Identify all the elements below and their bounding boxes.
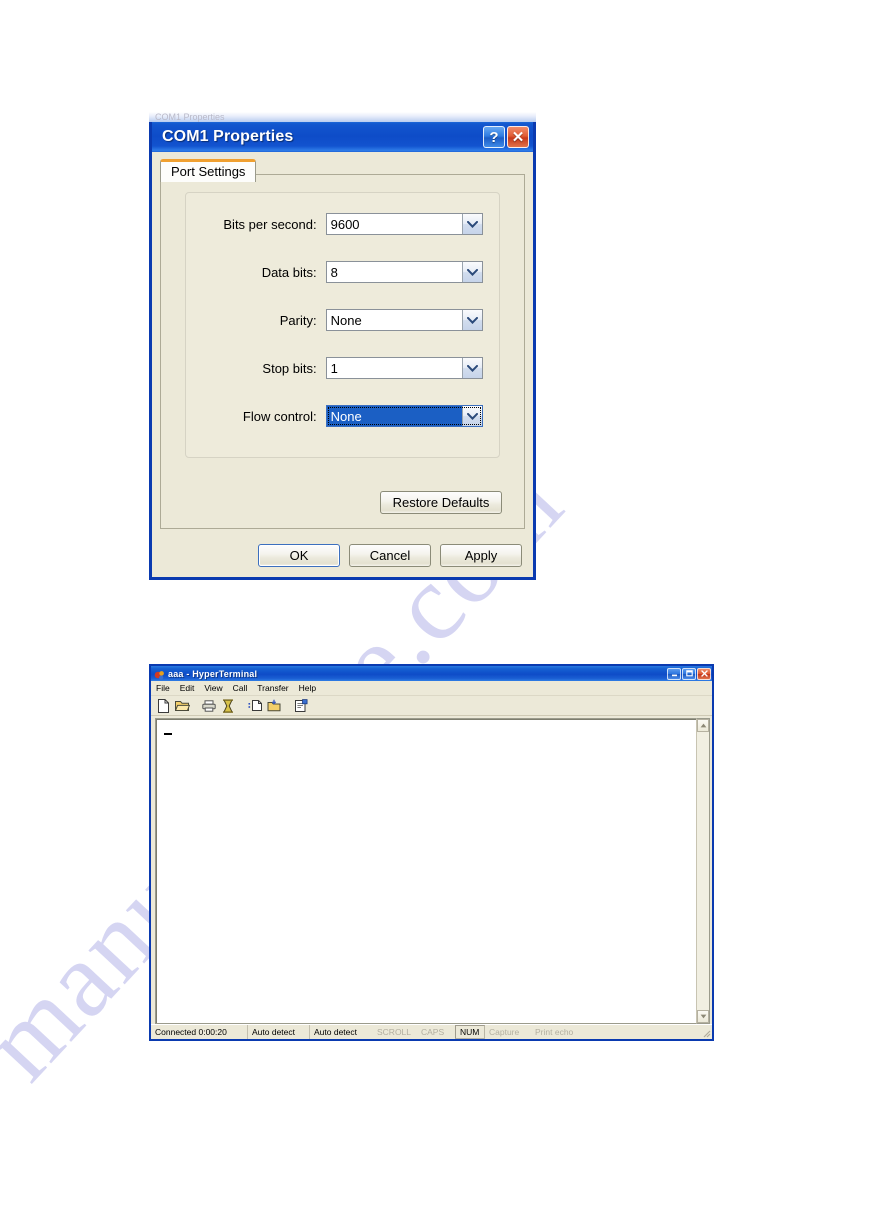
status-scroll: SCROLL bbox=[377, 1026, 412, 1037]
tab-strip: Port Settings bbox=[152, 152, 533, 182]
status-num: NUM bbox=[455, 1025, 485, 1039]
label-data-bits: Data bits: bbox=[261, 264, 317, 280]
value-parity: None bbox=[330, 313, 362, 328]
value-bits-per-second: 9600 bbox=[330, 217, 360, 232]
close-icon[interactable] bbox=[697, 667, 711, 680]
hyperterminal-menubar: File Edit View Call Transfer Help bbox=[151, 681, 712, 696]
new-connection-icon[interactable] bbox=[155, 698, 171, 714]
call-icon[interactable] bbox=[220, 698, 236, 714]
combo-bits-per-second[interactable]: 9600 bbox=[325, 213, 483, 235]
scroll-up-icon[interactable] bbox=[697, 719, 709, 732]
receive-file-icon[interactable] bbox=[266, 698, 282, 714]
properties-icon[interactable] bbox=[293, 698, 309, 714]
apply-button[interactable]: Apply bbox=[440, 543, 522, 567]
menu-edit[interactable]: Edit bbox=[179, 681, 196, 695]
terminal-output-area[interactable] bbox=[155, 718, 696, 1024]
combo-data-bits[interactable]: 8 bbox=[325, 261, 483, 283]
dialog-titlebar[interactable]: COM1 Properties ? ✕ bbox=[152, 122, 533, 152]
field-stop-bits: Stop bits: 1 bbox=[186, 355, 483, 381]
chevron-down-icon[interactable] bbox=[462, 310, 482, 330]
status-caps: CAPS bbox=[421, 1026, 445, 1037]
menu-file[interactable]: File bbox=[155, 681, 171, 695]
status-print-echo: Print echo bbox=[535, 1026, 574, 1037]
tab-port-settings[interactable]: Port Settings bbox=[160, 159, 257, 182]
label-flow-control: Flow control: bbox=[242, 408, 317, 424]
field-bits-per-second: Bits per second: 9600 bbox=[186, 211, 483, 237]
combo-stop-bits[interactable]: 1 bbox=[325, 357, 483, 379]
label-stop-bits: Stop bits: bbox=[262, 360, 317, 376]
combo-parity[interactable]: None bbox=[325, 309, 483, 331]
combo-flow-control[interactable]: None bbox=[325, 405, 483, 427]
menu-transfer[interactable]: Transfer bbox=[256, 681, 289, 695]
field-data-bits: Data bits: 8 bbox=[186, 259, 483, 285]
hyperterminal-client-area bbox=[151, 716, 712, 1024]
help-button[interactable]: ? bbox=[483, 126, 505, 148]
hyperterminal-window: aaa - HyperTerminal File Edit View Call … bbox=[149, 664, 714, 1041]
label-parity: Parity: bbox=[279, 312, 317, 328]
terminal-scrollbar[interactable] bbox=[696, 718, 710, 1024]
cancel-button[interactable]: Cancel bbox=[349, 543, 431, 567]
hyperterminal-titlebar[interactable]: aaa - HyperTerminal bbox=[151, 666, 712, 681]
chevron-down-icon[interactable] bbox=[462, 358, 482, 378]
hyperterminal-icon bbox=[154, 668, 165, 680]
open-icon[interactable] bbox=[174, 698, 190, 714]
chevron-down-icon[interactable] bbox=[462, 262, 482, 282]
menu-call[interactable]: Call bbox=[232, 681, 249, 695]
status-protocol-detect: Auto detect bbox=[247, 1025, 309, 1039]
menu-view[interactable]: View bbox=[203, 681, 223, 695]
value-stop-bits: 1 bbox=[330, 361, 338, 376]
chevron-down-icon[interactable] bbox=[462, 406, 482, 426]
chevron-down-icon[interactable] bbox=[462, 214, 482, 234]
hyperterminal-statusbar: Connected 0:00:20 Auto detect Auto detec… bbox=[151, 1024, 712, 1039]
status-connected: Connected 0:00:20 bbox=[155, 1026, 227, 1037]
label-bits-per-second: Bits per second: bbox=[223, 216, 317, 232]
dialog-title: COM1 Properties bbox=[162, 128, 294, 145]
dialog-footer: OK Cancel Apply bbox=[152, 533, 533, 577]
tab-panel-port-settings: Bits per second: 9600 Data bits: 8 Parit… bbox=[160, 174, 525, 529]
com1-properties-dialog: COM1 Properties ? ✕ Port Settings Bits p… bbox=[149, 122, 536, 580]
scroll-down-icon[interactable] bbox=[697, 1010, 709, 1023]
minimize-icon[interactable] bbox=[667, 667, 681, 680]
close-icon[interactable]: ✕ bbox=[507, 126, 529, 148]
print-icon[interactable] bbox=[201, 698, 217, 714]
dialog-ghost-title-strip: COM1 Properties bbox=[149, 112, 536, 122]
field-parity: Parity: None bbox=[186, 307, 483, 333]
value-data-bits: 8 bbox=[330, 265, 338, 280]
status-terminal-detect: Auto detect bbox=[309, 1025, 373, 1039]
dialog-ghost-title-text: COM1 Properties bbox=[155, 112, 225, 122]
restore-defaults-button[interactable]: Restore Defaults bbox=[380, 491, 502, 514]
ok-button[interactable]: OK bbox=[258, 543, 340, 567]
hyperterminal-title: aaa - HyperTerminal bbox=[168, 668, 258, 679]
value-flow-control: None bbox=[326, 406, 462, 426]
terminal-cursor bbox=[164, 733, 172, 735]
disconnect-icon[interactable] bbox=[247, 698, 263, 714]
resize-grip-icon[interactable] bbox=[699, 1025, 712, 1039]
hyperterminal-toolbar bbox=[151, 696, 712, 716]
maximize-icon[interactable] bbox=[682, 667, 696, 680]
port-settings-group: Bits per second: 9600 Data bits: 8 Parit… bbox=[185, 192, 500, 458]
status-capture: Capture bbox=[489, 1026, 520, 1037]
menu-help[interactable]: Help bbox=[298, 681, 317, 695]
field-flow-control: Flow control: None bbox=[186, 403, 483, 429]
